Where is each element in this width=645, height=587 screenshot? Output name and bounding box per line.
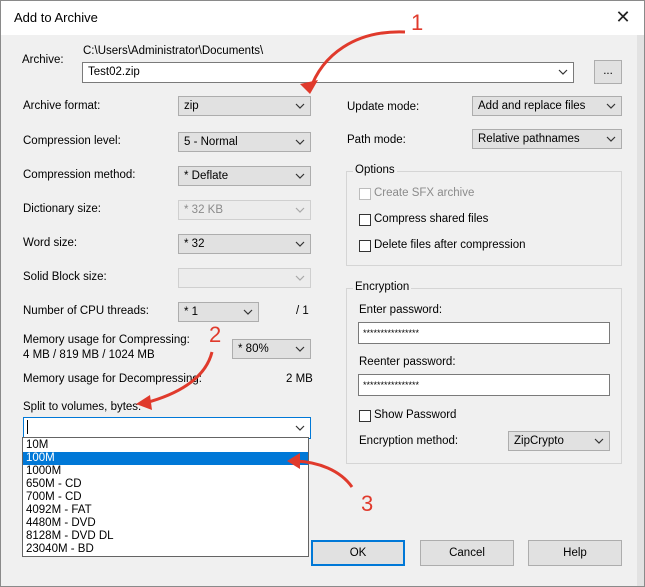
annotation-arrowhead-2 [136,395,152,410]
annotation-arrow-2 [144,351,214,405]
annotation-arrow-3 [295,459,354,488]
annotation-arrowhead-3 [287,453,300,469]
annotation-number-3: 3 [361,491,374,516]
annotation-arrows [136,30,406,488]
annotation-arrowhead-1 [300,80,318,94]
annotation-number-1: 1 [411,10,424,35]
annotation-arrow-1 [308,30,406,91]
annotation-number-2: 2 [209,322,222,347]
